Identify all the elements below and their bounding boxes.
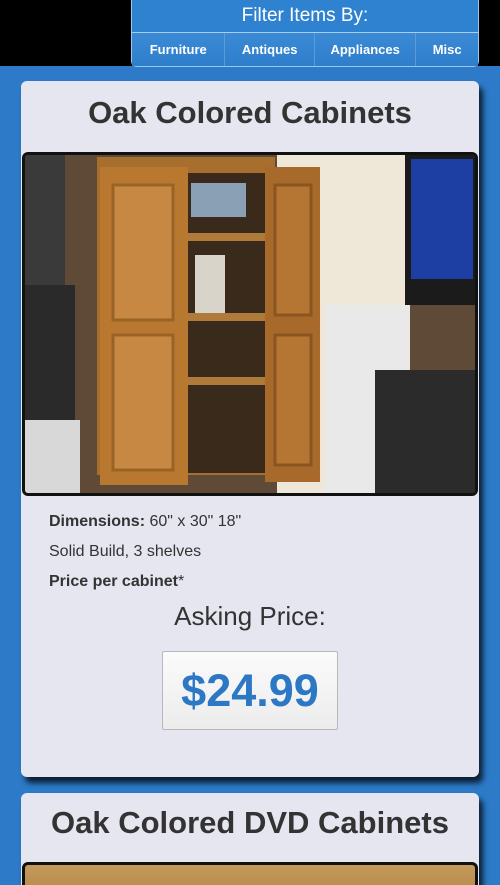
filter-misc-button[interactable]: Misc	[416, 33, 478, 66]
item-description: Dimensions: 60" x 30" 18" Solid Build, 3…	[49, 507, 241, 597]
item-photo	[22, 862, 478, 885]
dimensions-line: Dimensions: 60" x 30" 18"	[49, 507, 241, 537]
filter-title: Filter Items By:	[241, 5, 369, 26]
filter-buttons: Furniture Antiques Appliances Misc	[132, 32, 478, 66]
asking-price-label: Asking Price:	[174, 601, 326, 631]
item-title: Oak Colored Cabinets	[88, 95, 412, 130]
item-detail: Solid Build, 3 shelves	[49, 543, 202, 560]
filter-furniture-button[interactable]: Furniture	[132, 33, 226, 66]
filter-appliances-button[interactable]: Appliances	[314, 33, 417, 66]
item-photo	[22, 152, 478, 496]
item-card: Oak Colored DVD Cabinets	[21, 793, 479, 885]
dimensions-value: 60" x 30" 18"	[149, 513, 242, 530]
price-note-line: Price per cabinet*	[49, 567, 241, 597]
filter-panel: Filter Items By: Furniture Antiques Appl…	[131, 0, 479, 67]
price-note: Price per cabinet	[49, 573, 178, 590]
item-card: Oak Colored Cabinets Dimensions: 60" x 3…	[21, 81, 479, 777]
price-button[interactable]: $24.99	[162, 651, 338, 730]
price-note-mark: *	[177, 573, 185, 590]
filter-antiques-button[interactable]: Antiques	[225, 33, 315, 66]
dimensions-label: Dimensions:	[49, 513, 146, 530]
item-title: Oak Colored DVD Cabinets	[51, 805, 449, 840]
